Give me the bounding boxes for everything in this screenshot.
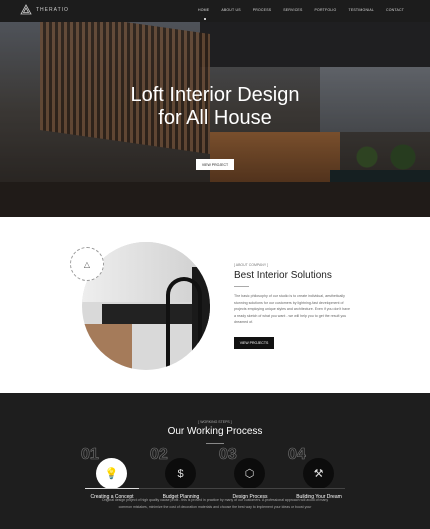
step-number: 03 <box>219 446 237 464</box>
hero-title: Loft Interior Design for All House <box>0 84 430 130</box>
cube-icon: ⬡ <box>234 458 265 489</box>
process-title: Our Working Process <box>167 426 263 437</box>
about-subtitle: [ ABOUT COMPANY ] <box>234 263 269 267</box>
main-menu: HOME ABOUT US PROCESS SERVICES PORTFOLIO… <box>198 8 404 20</box>
lightbulb-icon: 💡 <box>96 458 127 489</box>
process-section: [ WORKING STEPS ] Our Working Process 01… <box>0 393 430 529</box>
nav-home[interactable]: HOME <box>198 8 209 20</box>
logo-text: THERATIO <box>36 7 69 13</box>
about-text: The basic philosophy of our studio is to… <box>234 294 350 324</box>
divider <box>206 443 224 444</box>
badge-logo-icon: △ <box>83 259 91 269</box>
nav-contact[interactable]: CONTACT <box>386 8 404 12</box>
step-number: 01 <box>81 446 99 464</box>
hero-title-line2: for All House <box>158 107 272 129</box>
view-project-button[interactable]: VIEW PROJECT <box>196 159 234 170</box>
active-step-indicator <box>85 488 139 489</box>
nav-process[interactable]: PROCESS <box>253 8 272 12</box>
logo[interactable]: THERATIO <box>20 4 69 16</box>
nav-testimonial[interactable]: TESTIMONIAL <box>348 8 374 12</box>
nav-portfolio[interactable]: PORTFOLIO <box>315 8 337 12</box>
top-nav: THERATIO HOME ABOUT US PROCESS SERVICES … <box>0 0 430 22</box>
tools-icon: ⚒ <box>303 458 334 489</box>
process-subtitle: [ WORKING STEPS ] <box>198 420 232 424</box>
about-section: △ [ ABOUT COMPANY ] Best Interior Soluti… <box>0 217 430 393</box>
hero-section: Loft Interior Design for All House VIEW P… <box>0 22 430 217</box>
rotating-badge: △ <box>70 247 104 281</box>
hero-title-line1: Loft Interior Design <box>130 84 300 106</box>
step-number: 02 <box>150 446 168 464</box>
nav-about[interactable]: ABOUT US <box>221 8 240 12</box>
logo-icon <box>20 4 32 15</box>
about-title: Best Interior Solutions <box>234 270 332 281</box>
money-hand-icon: $ <box>165 458 196 489</box>
nav-services[interactable]: SERVICES <box>283 8 302 12</box>
divider <box>234 286 249 287</box>
process-text: Original design project of high quality … <box>101 498 329 509</box>
step-number: 04 <box>288 446 306 464</box>
view-projects-button[interactable]: VIEW PROJECTS <box>234 337 274 349</box>
